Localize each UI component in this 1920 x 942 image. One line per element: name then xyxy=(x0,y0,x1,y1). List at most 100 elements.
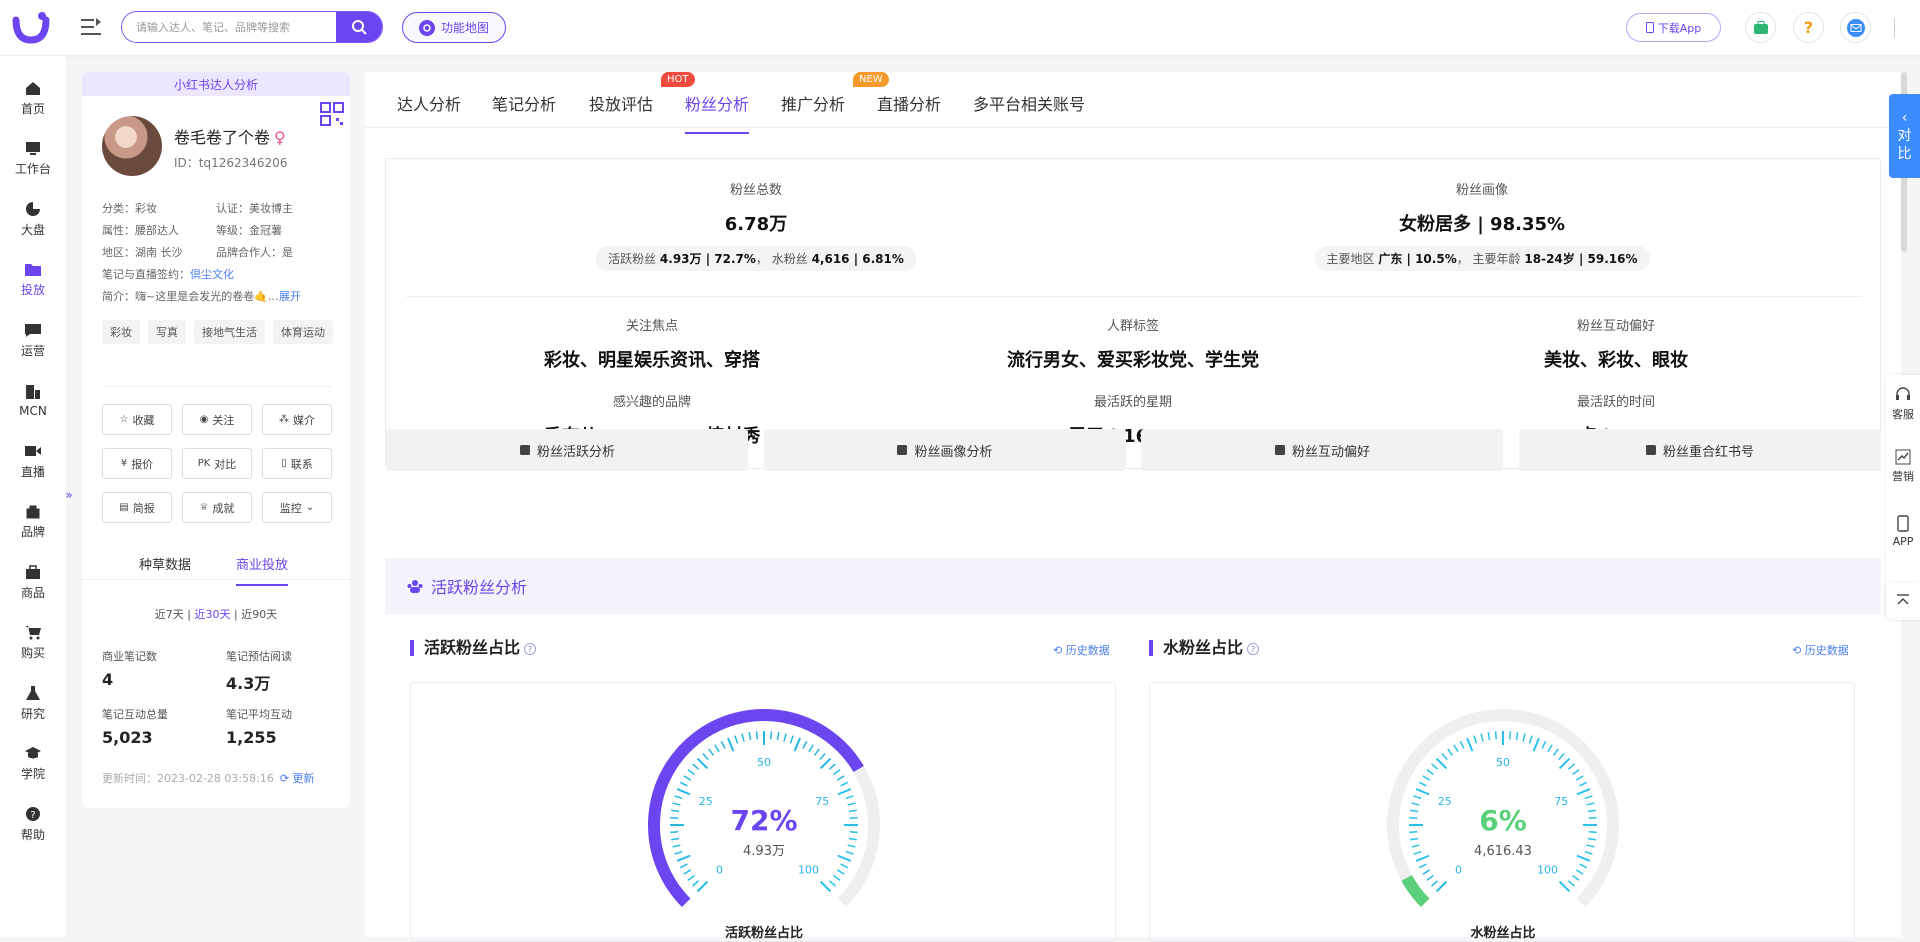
section-button-3[interactable]: 粉丝重合红书号 xyxy=(1518,429,1881,471)
tab-seeding-data[interactable]: 种草数据 xyxy=(139,554,191,573)
profile-tag-item[interactable]: 彩妆 xyxy=(102,320,140,344)
tab-1[interactable]: 笔记分析 xyxy=(492,91,556,115)
sidebar-item-7[interactable]: 品牌 xyxy=(0,498,66,546)
message-button[interactable] xyxy=(1840,12,1871,43)
marketing-button[interactable]: 营销 xyxy=(1886,449,1920,484)
sidebar-item-2[interactable]: 大盘 xyxy=(0,195,66,243)
search-button[interactable] xyxy=(336,12,382,42)
help-icon: ? xyxy=(26,806,40,821)
gauge-fill xyxy=(1401,874,1430,908)
divider xyxy=(1894,18,1895,38)
gauge-tick xyxy=(848,809,857,813)
action-button-8[interactable]: 监控 ⌄ xyxy=(262,492,332,523)
app-button[interactable]: APP xyxy=(1886,515,1920,548)
tab-6[interactable]: 多平台相关账号 xyxy=(973,91,1085,115)
download-app-label: 下载App xyxy=(1657,21,1702,35)
feature-map-button[interactable]: 功能地图 xyxy=(402,12,506,43)
back-to-top-button[interactable] xyxy=(1886,583,1920,617)
sidebar-item-6[interactable]: 直播 xyxy=(0,437,66,485)
profile-info: 分类：彩妆 认证：美妆博主 属性：腰部达人 等级：金冠薯 地区：湖南 长沙 品牌合作人… xyxy=(102,198,342,308)
sign-agency-link[interactable]: 倶尘文化 xyxy=(190,264,234,286)
users-icon xyxy=(407,580,423,593)
water-fans-label: 水粉丝 xyxy=(771,252,808,266)
history-link[interactable]: ⟲ 历史数据 xyxy=(1053,642,1110,658)
gauge-tick xyxy=(696,880,709,893)
action-button-4[interactable]: PK 对比 xyxy=(182,448,252,479)
stat-business-notes: 商业笔记数 4 xyxy=(102,648,157,689)
sidebar-item-4[interactable]: 运营 xyxy=(0,316,66,364)
briefcase-button[interactable] xyxy=(1745,12,1776,43)
compare-button[interactable]: ‹ 对 比 xyxy=(1889,94,1920,178)
sidebar-item-9[interactable]: 购买 xyxy=(0,619,66,667)
section-button-1[interactable]: 粉丝画像分析 xyxy=(763,429,1126,471)
gauge-percent: 6% xyxy=(1479,804,1527,837)
refresh-link[interactable]: ⟳ 更新 xyxy=(280,772,315,785)
action-button-5[interactable]: ▯ 联系 xyxy=(262,448,332,479)
tab-3[interactable]: 粉丝分析 xyxy=(685,91,750,134)
info-icon[interactable]: ? xyxy=(524,642,537,655)
action-button-3[interactable]: ¥ 报价 xyxy=(102,448,172,479)
mail-icon xyxy=(1846,18,1865,37)
info-icon[interactable]: ? xyxy=(1247,642,1260,655)
gauge-tick xyxy=(748,732,752,741)
download-app-button[interactable]: 下载App xyxy=(1626,13,1721,42)
info-brand-partner: 品牌合作人：是 xyxy=(216,246,293,259)
tab-2[interactable]: 投放评估 xyxy=(589,91,653,115)
sidebar-item-3[interactable]: 投放 xyxy=(0,256,66,304)
tab-0[interactable]: 达人分析 xyxy=(397,91,461,115)
profile-id: ID：tq1262346206 xyxy=(174,156,288,170)
expand-sidebar-icon[interactable]: » xyxy=(62,455,76,535)
logo-icon[interactable] xyxy=(12,10,50,44)
stat-label: 笔记互动总量 xyxy=(102,708,168,721)
expand-link[interactable]: 展开 xyxy=(279,286,301,308)
action-button-1[interactable]: ◉ 关注 xyxy=(182,404,252,435)
menu-toggle-icon[interactable] xyxy=(80,16,102,38)
profile-tabs: 种草数据 商业投放 xyxy=(82,542,350,586)
pk-icon: PK xyxy=(197,458,211,469)
section-button-2[interactable]: 粉丝互动偏好 xyxy=(1141,429,1503,471)
tab-commercial[interactable]: 商业投放 xyxy=(236,554,289,586)
history-link[interactable]: ⟲ 历史数据 xyxy=(1792,642,1849,658)
stat-value: 1,255 xyxy=(226,728,277,747)
sidebar-item-11[interactable]: 学院 xyxy=(0,740,66,788)
avatar[interactable] xyxy=(102,116,162,176)
gauge-tick xyxy=(1508,731,1512,740)
sidebar-item-1[interactable]: 工作台 xyxy=(0,135,66,183)
qrcode-icon[interactable] xyxy=(320,102,344,126)
range-7d[interactable]: 近7天 xyxy=(155,608,184,621)
profile-tag-item[interactable]: 写真 xyxy=(148,320,186,344)
range-90d[interactable]: 近90天 xyxy=(241,608,277,621)
gauge-tick xyxy=(1410,837,1419,841)
gauge-tick xyxy=(848,837,857,841)
active-ratio-gauge: 0 25 50 75 100 72% 4.93万活跃粉丝占比 xyxy=(648,709,880,941)
help-button[interactable]: ? xyxy=(1793,12,1824,43)
action-button-0[interactable]: ☆ 收藏 xyxy=(102,404,172,435)
customer-service-button[interactable]: 客服 xyxy=(1886,387,1920,422)
profile-tag-item[interactable]: 体育运动 xyxy=(273,320,333,344)
search-input[interactable] xyxy=(122,12,336,42)
chat-icon xyxy=(25,323,41,337)
section-button-0[interactable]: 粉丝活跃分析 xyxy=(386,429,748,471)
sidebar-item-10[interactable]: 研究 xyxy=(0,679,66,727)
sidebar-item-0[interactable]: 首页 xyxy=(0,74,66,122)
action-button-6[interactable]: ▤ 简报 xyxy=(102,492,172,523)
sidebar-item-8[interactable]: 商品 xyxy=(0,558,66,606)
action-button-7[interactable]: ♕ 成就 xyxy=(182,492,252,523)
action-button-2[interactable]: ⁂ 媒介 xyxy=(262,404,332,435)
gauge-tick xyxy=(1576,854,1591,862)
gauge-tick xyxy=(1422,869,1431,875)
interaction-preference: 粉丝互动偏好 美妆、彩妆、眼妆 xyxy=(1416,315,1816,372)
tab-4[interactable]: 推广分析 xyxy=(781,91,845,115)
gauge-tick xyxy=(1522,733,1526,742)
range-30d[interactable]: 近30天 xyxy=(195,608,231,621)
feature-map-label: 功能地图 xyxy=(440,21,489,35)
quote-icon: ¥ xyxy=(120,458,128,469)
gauge-tick xyxy=(1418,863,1427,869)
tab-5[interactable]: 直播分析 xyxy=(877,91,941,115)
active-ratio-title: 活跃粉丝占比 xyxy=(424,638,521,657)
gauge-caption: 水粉丝占比 xyxy=(1470,925,1535,941)
profile-tag-item[interactable]: 接地气生活 xyxy=(194,320,265,344)
sidebar-item-5[interactable]: MCN xyxy=(0,377,66,425)
gauge-tick xyxy=(840,863,849,869)
sidebar-item-12[interactable]: ? 帮助 xyxy=(0,800,66,848)
